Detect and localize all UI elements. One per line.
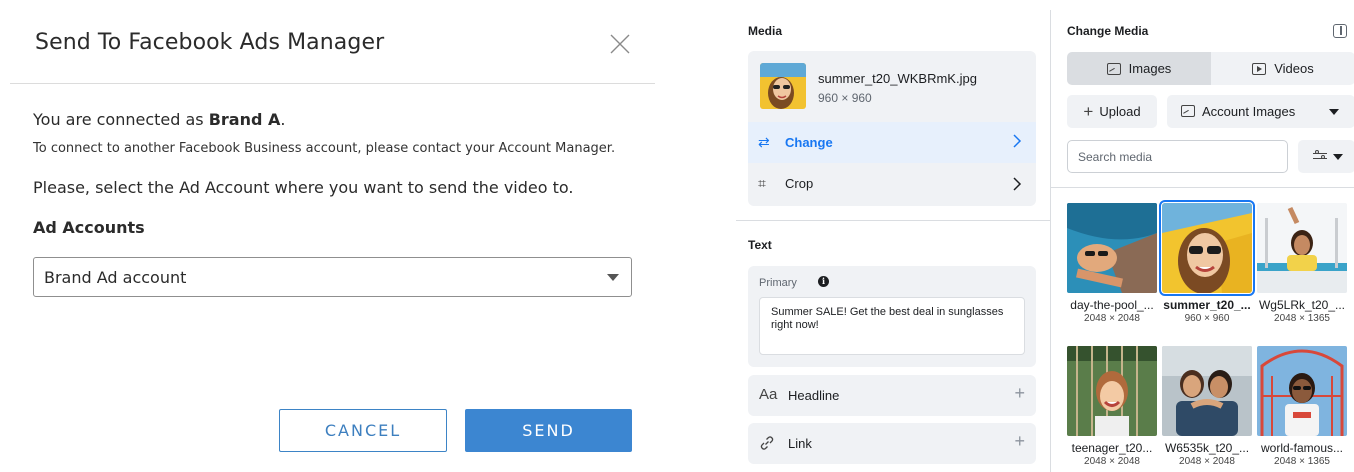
connected-brand: Brand A (208, 110, 281, 129)
caret-down-icon (1333, 154, 1343, 160)
tab-videos[interactable]: Videos (1211, 52, 1354, 85)
media-file-name: summer_t20_WKBRmK.jpg (818, 71, 977, 86)
media-grid-image (1257, 346, 1347, 436)
filter-slider-line (1313, 158, 1327, 160)
primary-text-input[interactable]: Summer SALE! Get the best deal in sungla… (759, 297, 1025, 355)
headline-label: Headline (788, 388, 840, 403)
send-to-ads-manager-dialog: Send To Facebook Ads Manager You are con… (10, 10, 655, 472)
change-media-row[interactable]: ⇄ Change (748, 122, 1036, 163)
ad-creative-panel: Media summer_t20_WKBRmK.jpg 960 × 960 ⇄ … (736, 10, 1050, 472)
media-heading: Media (748, 24, 783, 38)
change-label: Change (785, 135, 833, 150)
search-media-input[interactable] (1067, 140, 1288, 173)
media-grid-image (1257, 203, 1347, 293)
text-heading: Text (748, 238, 772, 252)
primary-text-card: Primary i Summer SALE! Get the best deal… (748, 266, 1036, 367)
tab-images[interactable]: Images (1067, 52, 1211, 85)
media-grid-dims: 960 × 960 (1184, 313, 1230, 324)
send-button[interactable]: SEND (465, 409, 632, 452)
media-grid-image (1159, 200, 1255, 296)
crop-label: Crop (785, 176, 814, 191)
close-icon[interactable] (608, 32, 632, 56)
caret-down-icon (607, 274, 619, 281)
media-grid-dims: 2048 × 2048 (1179, 456, 1235, 467)
section-divider (736, 220, 1050, 221)
media-grid-item-selected[interactable]: summer_t20_... 960 × 960 (1159, 200, 1255, 324)
media-grid-name: summer_t20_... (1163, 298, 1251, 312)
chevron-right-icon (1013, 134, 1022, 148)
plus-icon: + (1083, 101, 1094, 121)
cancel-button[interactable]: CANCEL (279, 409, 447, 452)
instruction-text: Please, select the Ad Account where you … (33, 178, 574, 197)
image-icon (1181, 105, 1195, 117)
image-icon (1106, 62, 1121, 75)
filter-button[interactable] (1298, 140, 1354, 173)
upload-label: Upload (1099, 104, 1141, 119)
dialog-title: Send To Facebook Ads Manager (35, 30, 385, 55)
media-grid-dims: 2048 × 2048 (1084, 456, 1140, 467)
dialog-header: Send To Facebook Ads Manager (10, 10, 655, 84)
media-thumbnail (760, 63, 806, 109)
media-card: summer_t20_WKBRmK.jpg 960 × 960 ⇄ Change… (748, 51, 1036, 206)
ad-account-value: Brand Ad account (44, 268, 187, 287)
media-grid-name: day-the-pool_... (1070, 298, 1154, 312)
plus-icon[interactable]: + (1014, 431, 1025, 452)
caret-down-icon (1329, 109, 1339, 115)
media-grid-item[interactable]: day-the-pool_... 2048 × 2048 (1067, 203, 1157, 324)
primary-label: Primary (759, 277, 797, 289)
media-grid-item[interactable]: Wg5LRk_t20_... 2048 × 1365 (1257, 203, 1347, 324)
ad-account-select[interactable]: Brand Ad account (33, 257, 632, 297)
ad-accounts-label: Ad Accounts (33, 218, 145, 237)
media-grid-image (1067, 346, 1157, 436)
crop-row[interactable]: ⌗ Crop (748, 163, 1036, 206)
media-grid-name: W6535k_t20_... (1164, 441, 1250, 455)
media-grid-image (1162, 346, 1252, 436)
media-grid-name: world-famous... (1260, 441, 1344, 455)
swap-arrows-icon: ⇄ (758, 134, 770, 150)
link-row[interactable]: Link + (748, 423, 1036, 464)
section-divider (1051, 187, 1354, 188)
headline-row[interactable]: Aa Headline + (748, 375, 1036, 416)
media-grid-dims: 2048 × 2048 (1084, 313, 1140, 324)
media-grid-dims: 2048 × 1365 (1274, 313, 1330, 324)
tab-images-label: Images (1128, 61, 1172, 76)
contact-note: To connect to another Facebook Business … (33, 141, 616, 156)
account-images-label: Account Images (1202, 104, 1296, 119)
connected-prefix: You are connected as (33, 110, 209, 129)
video-icon (1252, 62, 1267, 75)
plus-icon[interactable]: + (1014, 383, 1025, 404)
filter-knob (1321, 155, 1325, 159)
link-icon (760, 436, 774, 450)
headline-aa-icon: Aa (759, 386, 778, 403)
connected-suffix: . (280, 110, 286, 129)
media-grid-image (1067, 203, 1157, 293)
media-grid-name: teenager_t20... (1071, 441, 1153, 455)
connected-as-text: You are connected as Brand A. (33, 110, 286, 129)
change-media-title: Change Media (1067, 24, 1149, 38)
media-grid-item[interactable]: world-famous... 2048 × 1365 (1257, 346, 1347, 467)
media-grid-dims: 2048 × 1365 (1274, 456, 1330, 467)
media-grid-item[interactable]: teenager_t20... 2048 × 2048 (1067, 346, 1157, 467)
crop-icon: ⌗ (758, 175, 766, 191)
chevron-right-icon (1013, 177, 1022, 191)
filter-knob (1315, 150, 1319, 154)
link-label: Link (788, 436, 812, 451)
collapse-panel-icon[interactable] (1333, 24, 1347, 38)
media-grid-item[interactable]: W6535k_t20_... 2048 × 2048 (1162, 346, 1252, 467)
account-images-dropdown[interactable]: Account Images (1167, 95, 1354, 128)
info-icon[interactable]: i (818, 276, 829, 287)
tab-videos-label: Videos (1274, 61, 1314, 76)
change-media-panel: Change Media Images Videos + Upload Acco… (1050, 10, 1354, 472)
upload-button[interactable]: + Upload (1067, 95, 1157, 128)
media-file-dims: 960 × 960 (818, 91, 872, 105)
media-grid-name: Wg5LRk_t20_... (1258, 298, 1346, 312)
